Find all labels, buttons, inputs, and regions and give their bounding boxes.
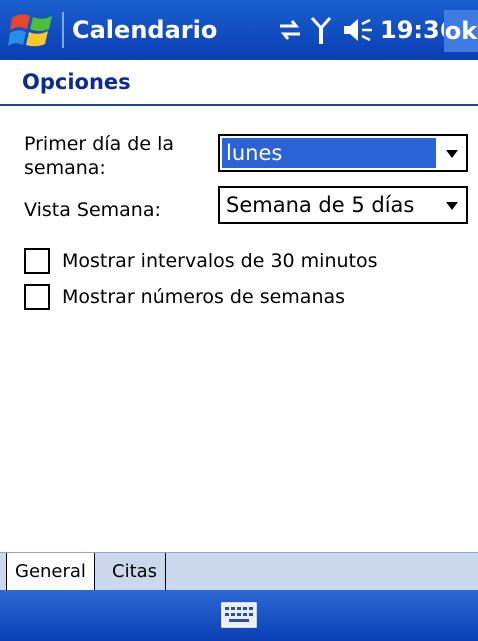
connectivity-icon[interactable] xyxy=(276,16,304,44)
volume-icon[interactable] xyxy=(342,16,376,44)
week-view-label: Vista Semana: xyxy=(24,199,161,221)
app-title: Calendario xyxy=(72,16,218,44)
show-30min-option[interactable]: Mostrar intervalos de 30 minutos xyxy=(24,248,378,274)
first-day-label: Primer día de la semana: xyxy=(24,133,174,179)
show-week-numbers-label: Mostrar números de semanas xyxy=(62,286,346,308)
chevron-down-icon[interactable] xyxy=(446,202,458,210)
page-title: Opciones xyxy=(22,70,131,94)
title-separator xyxy=(62,12,64,48)
show-30min-label: Mostrar intervalos de 30 minutos xyxy=(62,250,378,272)
keyboard-icon[interactable] xyxy=(221,602,257,628)
windows-start-icon[interactable] xyxy=(8,10,60,52)
chevron-down-icon[interactable] xyxy=(446,150,458,158)
tab-strip: General Citas xyxy=(0,552,478,591)
show-week-numbers-checkbox[interactable] xyxy=(24,284,50,310)
show-week-numbers-option[interactable]: Mostrar números de semanas xyxy=(24,284,345,310)
header-divider xyxy=(0,104,478,106)
tab-citas[interactable]: Citas xyxy=(104,553,167,591)
first-day-dropdown[interactable]: lunes xyxy=(218,134,468,172)
title-bar: Calendario 19:36 ok xyxy=(0,0,478,60)
signal-icon[interactable] xyxy=(310,14,332,46)
show-30min-checkbox[interactable] xyxy=(24,248,50,274)
first-day-value: lunes xyxy=(222,138,436,168)
command-bar xyxy=(0,590,478,641)
tab-general[interactable]: General xyxy=(6,553,95,591)
ok-button[interactable]: ok xyxy=(444,10,478,52)
week-view-dropdown[interactable]: Semana de 5 días xyxy=(218,186,468,224)
week-view-value: Semana de 5 días xyxy=(226,193,415,217)
